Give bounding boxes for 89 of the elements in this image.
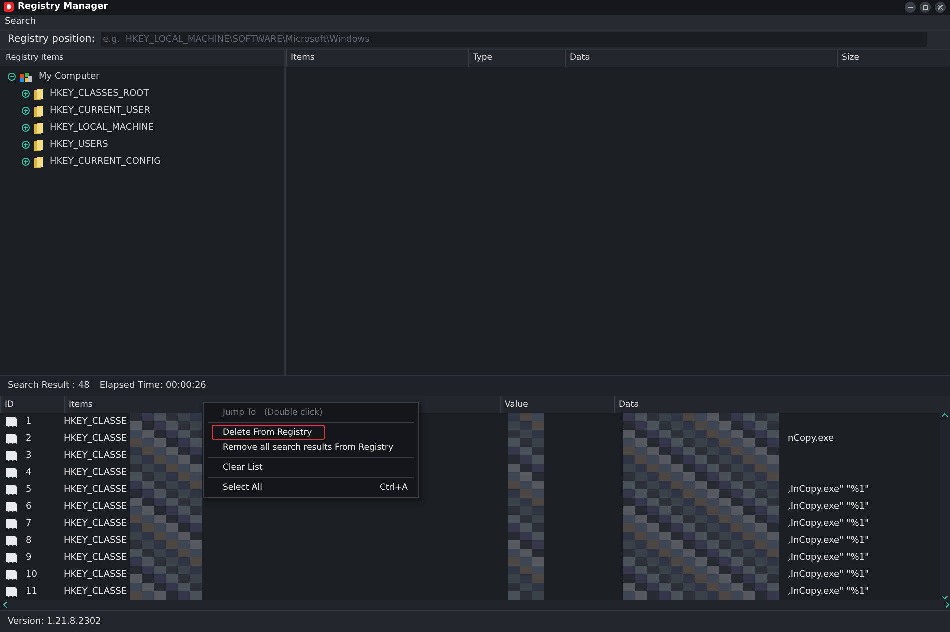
- expand-icon[interactable]: [22, 158, 30, 166]
- menu-item[interactable]: Search: [5, 17, 36, 28]
- folder-icon: [34, 140, 43, 151]
- version-text: Version: 1.21.8.2302: [8, 616, 102, 627]
- document-icon: [6, 570, 17, 580]
- expand-icon[interactable]: [22, 107, 30, 116]
- menu-item[interactable]: Clear List: [204, 460, 418, 476]
- scroll-down-icon[interactable]: [942, 596, 948, 600]
- table-cell: HKEY_CLASSE: [64, 536, 128, 546]
- column-header[interactable]: Data: [565, 50, 837, 67]
- close-button[interactable]: [935, 2, 946, 13]
- computer-icon: [20, 72, 32, 83]
- folder-icon: [34, 88, 43, 100]
- table-cell: ,InCopy.exe" "%1": [788, 570, 870, 580]
- table-cell: ,InCopy.exe" "%1": [788, 502, 870, 512]
- scroll-right-icon[interactable]: [946, 602, 950, 608]
- document-icon: [6, 450, 17, 461]
- minimize-icon: [908, 6, 913, 8]
- vertical-scrollbar[interactable]: [940, 413, 950, 600]
- row-id: 4: [26, 468, 32, 478]
- row-id: 11: [26, 586, 38, 597]
- folder-icon: [34, 122, 43, 134]
- row-id: 2: [26, 434, 32, 444]
- minimize-button[interactable]: [905, 2, 916, 13]
- column-header[interactable]: ID: [0, 396, 64, 414]
- horizontal-scrollbar[interactable]: [3, 600, 950, 610]
- table-cell: HKEY_CLASSE: [64, 586, 128, 597]
- scroll-up-icon[interactable]: [942, 413, 948, 418]
- tree-item[interactable]: HKEY_CLASSES_ROOT: [50, 89, 150, 100]
- document-icon: [6, 416, 17, 427]
- table-cell: ,InCopy.exe" "%1": [788, 484, 870, 495]
- tree-item[interactable]: HKEY_CURRENT_CONFIG: [50, 157, 162, 168]
- scroll-left-icon[interactable]: [3, 602, 7, 608]
- row-id: 8: [26, 536, 32, 546]
- expand-icon[interactable]: [22, 141, 30, 150]
- menu-item[interactable]: Delete From Registry: [212, 425, 326, 440]
- pane-title: Registry Items: [0, 50, 284, 66]
- row-id: 5: [26, 484, 32, 495]
- close-icon: [938, 4, 943, 10]
- field-label: Registry position:: [8, 34, 96, 46]
- table-cell: HKEY_CLASSE: [64, 570, 128, 580]
- column-header[interactable]: Items: [286, 50, 468, 67]
- window-title: Registry Manager: [18, 2, 110, 12]
- document-icon: [6, 502, 17, 512]
- folder-icon: [34, 106, 43, 117]
- tree-item[interactable]: HKEY_CURRENT_USER: [50, 106, 150, 116]
- app-logo-icon: [4, 2, 14, 12]
- folder-icon: [34, 156, 43, 168]
- table-cell: HKEY_CLASSE: [64, 552, 128, 563]
- table-cell: HKEY_CLASSE: [64, 502, 128, 512]
- maximize-button[interactable]: [920, 2, 931, 13]
- menu-item[interactable]: Select All Ctrl+A: [204, 480, 418, 496]
- document-icon: [6, 536, 17, 546]
- tree-item[interactable]: HKEY_LOCAL_MACHINE: [50, 123, 154, 134]
- expand-icon[interactable]: [22, 124, 30, 132]
- row-id: 9: [26, 552, 32, 563]
- document-icon: [6, 468, 17, 478]
- document-icon: [6, 434, 17, 444]
- elapsed-time: Elapsed Time: 00:00:26: [100, 381, 206, 392]
- menu-item[interactable]: Remove all search results From Registry: [204, 440, 418, 456]
- tree-item[interactable]: HKEY_USERS: [50, 140, 108, 150]
- table-cell: HKEY_CLASSE: [64, 416, 128, 427]
- table-cell: HKEY_CLASSE: [64, 450, 128, 461]
- table-cell: HKEY_CLASSE: [64, 468, 128, 478]
- table-cell: HKEY_CLASSE: [64, 484, 128, 495]
- maximize-icon: [923, 4, 928, 10]
- table-cell: HKEY_CLASSE: [64, 518, 128, 529]
- column-header[interactable]: Type: [468, 50, 565, 67]
- document-icon: [6, 586, 17, 597]
- table-cell: ,InCopy.exe" "%1": [788, 536, 870, 546]
- document-icon: [6, 518, 17, 529]
- table-cell: ,InCopy.exe" "%1": [788, 586, 870, 597]
- row-id: 1: [26, 416, 32, 427]
- row-id: 3: [26, 450, 32, 461]
- row-id: 10: [26, 570, 38, 580]
- table-cell: HKEY_CLASSE: [64, 434, 128, 444]
- table-cell: ,InCopy.exe" "%1": [788, 552, 870, 563]
- document-icon: [6, 552, 17, 563]
- table-cell: ,InCopy.exe" "%1": [788, 518, 870, 529]
- document-icon: [6, 484, 17, 495]
- expand-icon[interactable]: [22, 90, 30, 98]
- table-cell: nCopy.exe: [788, 434, 834, 444]
- search-result-count: Search Result : 48: [8, 381, 90, 392]
- tree-item[interactable]: My Computer: [39, 72, 100, 82]
- column-header[interactable]: Size: [837, 50, 889, 67]
- registry-position-field[interactable]: e.g. HKEY_LOCAL_MACHINE\SOFTWARE\Microsoft\Windows: [101, 32, 928, 48]
- row-id: 7: [26, 518, 32, 529]
- collapse-icon[interactable]: [8, 73, 16, 82]
- row-id: 6: [26, 502, 32, 512]
